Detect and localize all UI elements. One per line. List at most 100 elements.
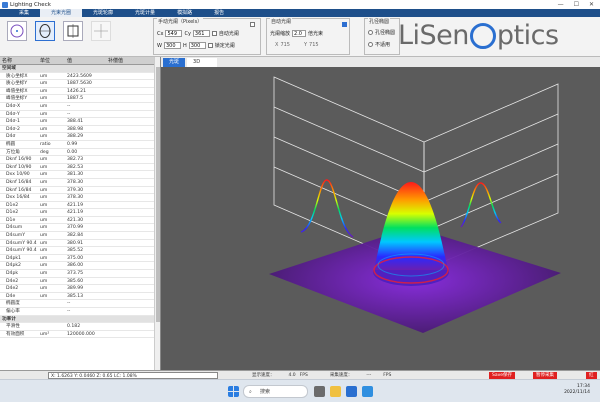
table-row[interactable]: D4sumY 90.4 um 380.91 (0, 240, 160, 248)
menu-item-measure[interactable]: 光斑计量 (124, 9, 166, 17)
manual-aperture-checkbox[interactable] (250, 22, 255, 27)
table-row[interactable]: 椭圆 ratio 0.99 (0, 141, 160, 149)
menu-item-report[interactable]: 报告 (203, 9, 235, 17)
cell-value: 380.91 (67, 240, 84, 246)
table-row[interactable]: D4σ um 388.29 (0, 133, 160, 141)
taskbar-search[interactable]: ⌕ 搜索 (243, 385, 308, 398)
cell-unit: um (40, 210, 48, 216)
edge-icon[interactable] (362, 386, 373, 397)
cell-unit: um (40, 96, 48, 102)
table-row[interactable]: Dknf 16/90 um 382.73 (0, 156, 160, 164)
task-view-icon[interactable] (314, 386, 325, 397)
cell-comp (106, 202, 151, 209)
cell-name: D4e2 (6, 278, 19, 284)
cell-value: 421.19 (67, 210, 84, 216)
search-icon: ⌕ (249, 389, 252, 395)
table-row[interactable]: D4pk2 um 386.00 (0, 262, 160, 271)
table-row[interactable]: D4σ-Y um -- (0, 111, 160, 119)
table-row[interactable]: Dknf 10/90 um 382.53 (0, 164, 160, 172)
table-row[interactable]: D1e um 421.30 (0, 217, 160, 225)
h-input[interactable]: 300 (188, 42, 206, 49)
table-row[interactable]: 峰值坐标X um 1426.21 (0, 88, 160, 96)
crosshair-button[interactable] (91, 21, 111, 41)
table-row[interactable]: D1e2 um 421.19 (0, 209, 160, 217)
cell-unit: um (40, 278, 48, 284)
table-row[interactable]: Dxx 16/84 um 378.30 (0, 194, 160, 202)
table-row[interactable]: 峰值坐标Y um 1887.5 (0, 95, 160, 103)
table-row[interactable]: 方位角 deg 0.00 (0, 149, 160, 157)
beam-3d-view[interactable] (161, 67, 600, 370)
table-row[interactable]: D4e2 um 385.60 (0, 278, 160, 286)
table-row[interactable]: 椭圆度 -- (0, 300, 160, 308)
table-row[interactable]: D1e2 um 421.19 (0, 202, 160, 210)
alert-button[interactable]: 红 (586, 372, 597, 379)
table-row[interactable]: D4σ-2 um 388.98 (0, 126, 160, 134)
table-row[interactable]: 质心坐标X um 2423.5609 (0, 73, 160, 81)
close-icon[interactable]: ✕ (589, 1, 594, 8)
menu-item-capture[interactable]: 采集 (8, 9, 40, 17)
auto-aperture-checkbox-on[interactable] (342, 22, 347, 27)
pause-capture-button[interactable]: 暂停采集 (533, 372, 557, 379)
cell-comp (106, 300, 151, 307)
table-row[interactable]: 偏心率 -- (0, 308, 160, 316)
circle-aperture-button[interactable] (7, 21, 27, 41)
ellipse-aperture-icon (39, 24, 51, 38)
table-row[interactable]: D4pk1 um 375.00 (0, 255, 160, 263)
table-row[interactable]: 质心坐标Y um 1887.5630 (0, 80, 160, 88)
ellipse-option-1: 孔径椭圆 (375, 30, 396, 36)
cell-name: 质心坐标Y (6, 81, 28, 87)
minimize-icon[interactable]: — (558, 1, 564, 8)
status-bar: X: 1.6263 Y: 0.0460 Z: 0.65 LC: 1.08% 显示… (0, 370, 600, 379)
table-row[interactable]: D4sum um 370.99 (0, 224, 160, 233)
table-row[interactable]: D4pk um 373.75 (0, 270, 160, 278)
table-section-row[interactable]: 功率计 (0, 315, 160, 324)
ellipse-radio-1[interactable] (368, 30, 373, 35)
ellipse-radio-2[interactable] (368, 42, 373, 47)
cell-unit: um (40, 202, 48, 208)
lock-aperture-checkbox[interactable] (207, 43, 213, 48)
y-value: 715 (309, 42, 319, 48)
cell-unit: um (40, 217, 48, 223)
menu-item-beam[interactable]: 光束光圈 (40, 9, 83, 17)
table-section-row[interactable]: 空间域 (0, 65, 160, 73)
cell-name: D4σ-1 (6, 119, 20, 125)
cx-input[interactable]: 549 (165, 30, 183, 37)
ellipse-aperture-button[interactable] (35, 21, 55, 41)
plot-area[interactable]: 光斑 3D (161, 57, 600, 370)
rect-aperture-button[interactable] (63, 21, 83, 41)
table-row[interactable]: D4σ-X um -- (0, 103, 160, 111)
auto-aperture-checkbox[interactable] (211, 31, 217, 36)
file-explorer-icon[interactable] (330, 386, 341, 397)
app-taskbar-icon[interactable] (346, 386, 357, 397)
tab-3d[interactable]: 3D (187, 58, 218, 67)
table-row[interactable]: D4sumY um 382.84 (0, 232, 160, 240)
cell-unit: um (40, 81, 48, 87)
table-row[interactable]: D4e um 385.13 (0, 293, 160, 301)
x-label: X (275, 42, 279, 48)
table-row[interactable]: 平滑性 0.182 (0, 323, 160, 331)
table-row[interactable]: 有效面积 um² 120000.000 (0, 331, 160, 339)
table-row[interactable]: Dknf 16/84 um 378.30 (0, 179, 160, 187)
save-button[interactable]: Save保存 (489, 372, 516, 379)
menu-item-simulate[interactable]: 模拟路 (166, 9, 203, 17)
threshold-input[interactable]: 2.0 (292, 30, 307, 37)
windows-start-icon[interactable] (228, 386, 239, 397)
tab-spot[interactable]: 光斑 (163, 58, 186, 67)
table-row[interactable]: Dknf 16/84 um 379.30 (0, 187, 160, 195)
cell-value: -- (67, 111, 71, 117)
table-row[interactable]: D4e2 um 389.99 (0, 285, 160, 293)
cell-value: 388.98 (67, 126, 84, 132)
w-input[interactable]: 300 (163, 42, 181, 49)
table-row[interactable]: D4sumY 90.4 um 385.52 (0, 247, 160, 255)
maximize-icon[interactable]: ☐ (574, 1, 579, 8)
table-row[interactable]: D4σ-1 um 388.41 (0, 118, 160, 126)
scrollbar-thumb[interactable] (156, 67, 160, 322)
cell-unit: um (40, 187, 48, 193)
cy-input[interactable]: 361 (192, 30, 210, 37)
cell-value: 0.182 (67, 324, 81, 330)
table-scrollbar[interactable] (154, 57, 160, 370)
menu-item-profile[interactable]: 光斑轮廓 (82, 9, 124, 17)
table-row[interactable]: Dxx 10/90 um 381.30 (0, 171, 160, 179)
cell-comp (106, 255, 151, 262)
window-title: Lighting Check (10, 1, 51, 8)
